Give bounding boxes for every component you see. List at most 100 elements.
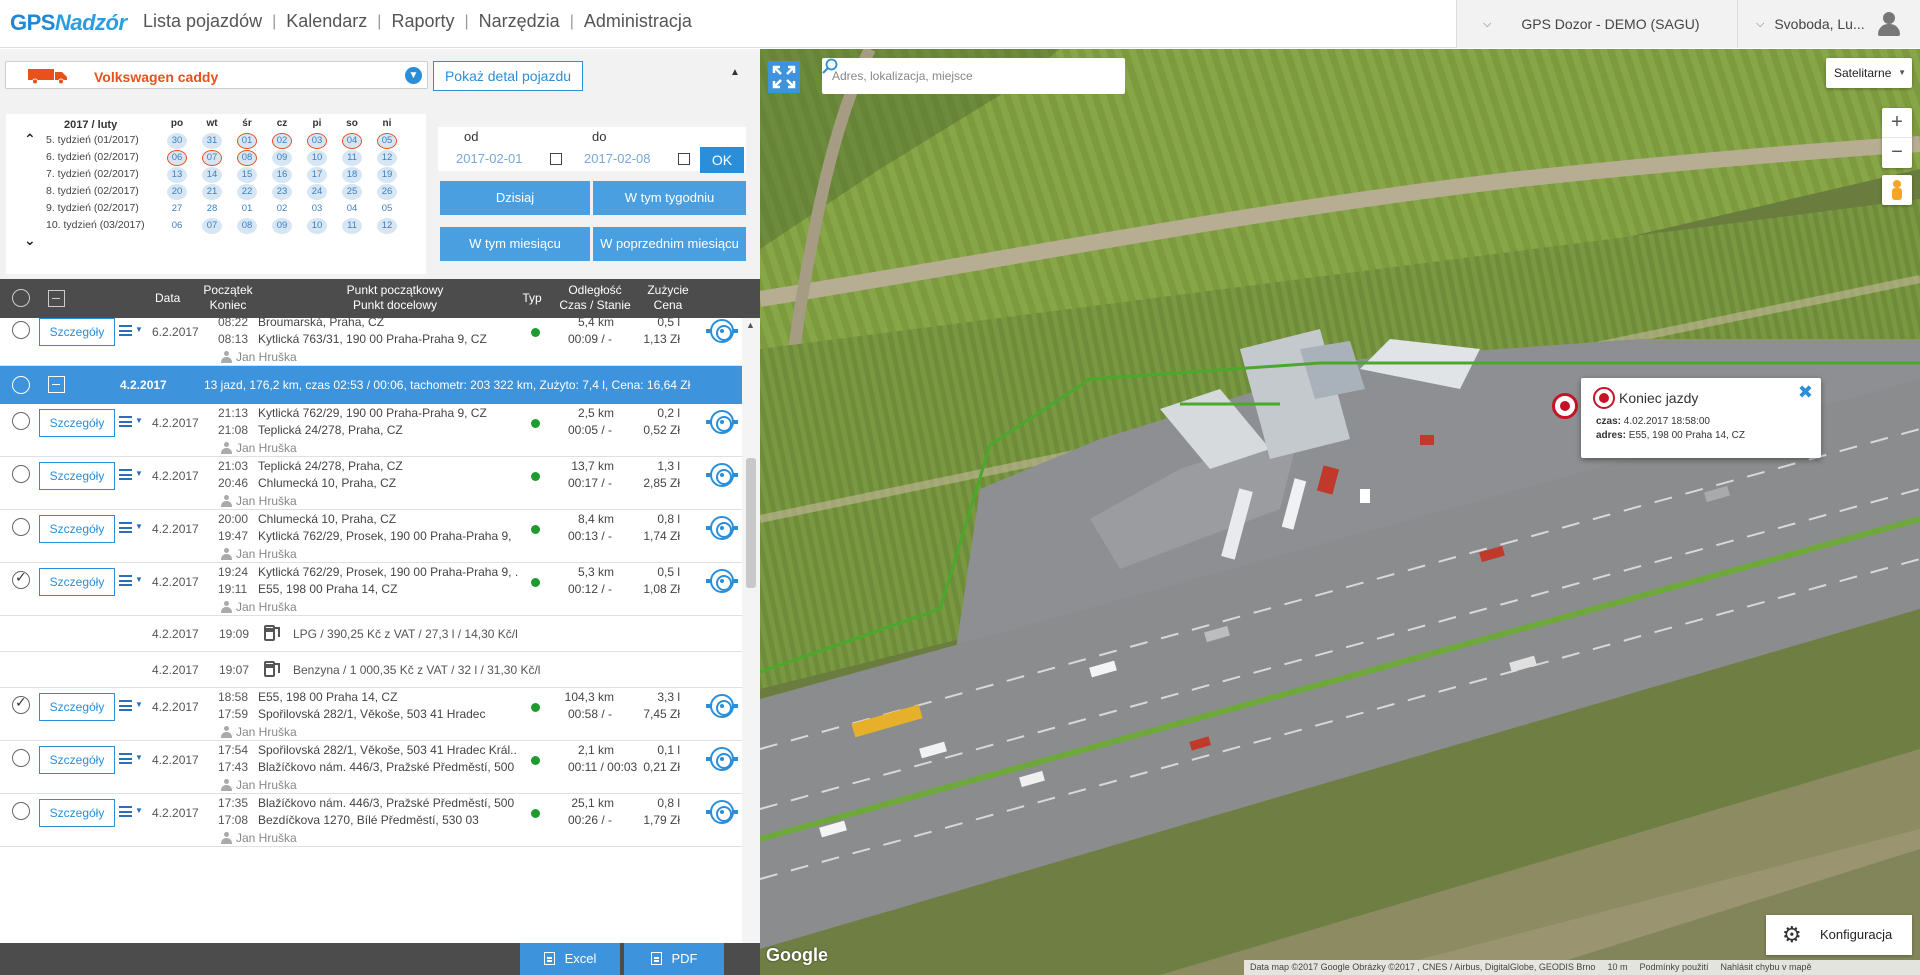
caret-down-icon[interactable]: ▼ bbox=[135, 700, 143, 709]
calendar-day[interactable]: 06 bbox=[167, 150, 187, 166]
details-button[interactable]: Szczegóły bbox=[39, 693, 115, 721]
calendar-week-label[interactable]: 7. tydzień (02/2017) bbox=[46, 168, 139, 180]
calendar-day[interactable]: 05 bbox=[377, 133, 397, 149]
trip-select-radio[interactable] bbox=[12, 569, 30, 589]
trip-select-radio[interactable] bbox=[12, 749, 30, 767]
map-search[interactable]: Adres, lokalizacja, miejsce bbox=[822, 58, 1125, 94]
calendar-day[interactable]: 04 bbox=[342, 133, 362, 149]
header-distance[interactable]: Odległość bbox=[555, 283, 635, 298]
calendar-day[interactable]: 06 bbox=[167, 218, 187, 234]
close-icon[interactable]: ✖ bbox=[1798, 382, 1813, 403]
previous-month-button[interactable]: W poprzednim miesiącu bbox=[593, 227, 746, 261]
calendar-day[interactable]: 07 bbox=[202, 218, 222, 234]
menu-icon[interactable] bbox=[119, 700, 132, 711]
trip-select-radio[interactable] bbox=[12, 694, 30, 714]
calendar-day[interactable]: 01 bbox=[237, 133, 257, 149]
chevron-down-icon[interactable]: ▼ bbox=[405, 67, 422, 84]
header-time[interactable]: Czas / Stanie bbox=[555, 298, 635, 313]
details-button[interactable]: Szczegóły bbox=[39, 799, 115, 827]
caret-down-icon[interactable]: ▼ bbox=[135, 575, 143, 584]
today-button[interactable]: Dzisiaj bbox=[440, 181, 590, 215]
calendar-day[interactable]: 13 bbox=[167, 167, 187, 183]
nav-tools[interactable]: Narzędzia bbox=[469, 11, 570, 32]
calendar-week-label[interactable]: 6. tydzień (02/2017) bbox=[46, 151, 139, 163]
locate-on-map-icon[interactable] bbox=[710, 747, 734, 771]
locate-on-map-icon[interactable] bbox=[710, 319, 734, 343]
trip-list-scrollbar[interactable]: ▲ bbox=[742, 318, 760, 943]
day-summary-row[interactable]: 4.2.2017 13 jazd, 176,2 km, czas 02:53 / … bbox=[0, 366, 742, 404]
details-button[interactable]: Szczegóły bbox=[39, 462, 115, 490]
menu-icon[interactable] bbox=[119, 753, 132, 764]
calendar-day[interactable]: 08 bbox=[237, 150, 257, 166]
calendar-day[interactable]: 12 bbox=[377, 218, 397, 234]
calendar-day[interactable]: 20 bbox=[167, 184, 187, 200]
details-button[interactable]: Szczegóły bbox=[39, 746, 115, 774]
caret-down-icon[interactable]: ▼ bbox=[135, 325, 143, 334]
nav-administration[interactable]: Administracja bbox=[574, 11, 702, 32]
trip-row[interactable]: Szczegóły ▼ 4.2.2017 21:13 21:08 Kytlická 762… bbox=[0, 404, 742, 457]
search-input[interactable]: Adres, lokalizacja, miejsce bbox=[832, 69, 973, 83]
header-end-point[interactable]: Punkt docelowy bbox=[300, 298, 490, 313]
configuration-button[interactable]: ⚙ Konfiguracja bbox=[1766, 915, 1912, 955]
select-all-radio[interactable] bbox=[12, 289, 30, 307]
calendar-day[interactable]: 11 bbox=[342, 150, 362, 166]
calendar-day[interactable]: 14 bbox=[202, 167, 222, 183]
calendar-day[interactable]: 31 bbox=[202, 133, 222, 149]
calendar-day[interactable]: 01 bbox=[237, 201, 257, 217]
calendar-day[interactable]: 02 bbox=[272, 201, 292, 217]
calendar-day[interactable]: 05 bbox=[377, 201, 397, 217]
trip-select-radio[interactable] bbox=[12, 802, 30, 820]
calendar-week-label[interactable]: 9. tydzień (02/2017) bbox=[46, 202, 139, 214]
this-week-button[interactable]: W tym tygodniu bbox=[593, 181, 746, 215]
this-month-button[interactable]: W tym miesiącu bbox=[440, 227, 590, 261]
trip-select-radio[interactable] bbox=[12, 518, 30, 536]
pdf-export-button[interactable]: PDF bbox=[624, 943, 724, 975]
report-error-link[interactable]: Nahlásit chybu v mapě bbox=[1715, 960, 1818, 975]
calendar-day[interactable]: 27 bbox=[167, 201, 187, 217]
calendar-day[interactable]: 07 bbox=[202, 150, 222, 166]
caret-down-icon[interactable]: ▼ bbox=[135, 753, 143, 762]
nav-reports[interactable]: Raporty bbox=[381, 11, 464, 32]
calendar-day[interactable]: 25 bbox=[342, 184, 362, 200]
collapse-panel-icon[interactable]: ▲ bbox=[730, 67, 740, 78]
menu-icon[interactable] bbox=[119, 806, 132, 817]
calendar-day[interactable]: 21 bbox=[202, 184, 222, 200]
calendar-day[interactable]: 04 bbox=[342, 201, 362, 217]
nav-calendar[interactable]: Kalendarz bbox=[276, 11, 377, 32]
trip-row[interactable]: Szczegóły ▼ 4.2.2017 17:35 17:08 Blažíčkovo n… bbox=[0, 794, 742, 847]
to-date-field[interactable]: 2017-02-08 bbox=[584, 151, 651, 166]
calendar-day[interactable]: 08 bbox=[237, 218, 257, 234]
trip-select-radio[interactable] bbox=[12, 321, 30, 339]
collapse-all-icon[interactable] bbox=[48, 290, 65, 307]
header-start-point[interactable]: Punkt początkowy bbox=[300, 283, 490, 298]
scroll-up-icon[interactable]: ▲ bbox=[746, 320, 755, 330]
map-view[interactable]: Adres, lokalizacja, miejsce Satelitarne … bbox=[760, 49, 1920, 975]
fullscreen-button[interactable] bbox=[768, 61, 800, 93]
locate-on-map-icon[interactable] bbox=[710, 516, 734, 540]
trip-select-radio[interactable] bbox=[12, 412, 30, 430]
locate-on-map-icon[interactable] bbox=[710, 800, 734, 824]
menu-icon[interactable] bbox=[119, 325, 132, 336]
calendar-day[interactable]: 10 bbox=[307, 150, 327, 166]
calendar-day[interactable]: 12 bbox=[377, 150, 397, 166]
nav-vehicle-list[interactable]: Lista pojazdów bbox=[133, 11, 272, 32]
search-icon[interactable] bbox=[822, 58, 838, 74]
locate-on-map-icon[interactable] bbox=[710, 569, 734, 593]
header-consumption[interactable]: Zużycie bbox=[640, 283, 696, 298]
calendar-day[interactable]: 15 bbox=[237, 167, 257, 183]
trip-row[interactable]: Szczegóły ▼ 4.2.2017 20:00 19:47 Chlumecká 10… bbox=[0, 510, 742, 563]
map-scale[interactable]: 10 m bbox=[1601, 960, 1633, 975]
day-select-radio[interactable] bbox=[12, 376, 30, 394]
calendar-icon[interactable] bbox=[678, 153, 690, 165]
caret-down-icon[interactable]: ▼ bbox=[135, 806, 143, 815]
calendar-day[interactable]: 22 bbox=[237, 184, 257, 200]
scroll-thumb[interactable] bbox=[746, 458, 756, 588]
trip-row[interactable]: Szczegóły ▼ 4.2.2017 17:54 17:43 Spořilovská … bbox=[0, 741, 742, 794]
calendar-day[interactable]: 30 bbox=[167, 133, 187, 149]
header-price[interactable]: Cena bbox=[640, 298, 696, 313]
calendar-day[interactable]: 19 bbox=[377, 167, 397, 183]
ok-button[interactable]: OK bbox=[700, 147, 744, 173]
calendar-day[interactable]: 16 bbox=[272, 167, 292, 183]
zoom-out-button[interactable]: − bbox=[1882, 138, 1912, 168]
calendar-day[interactable]: 23 bbox=[272, 184, 292, 200]
